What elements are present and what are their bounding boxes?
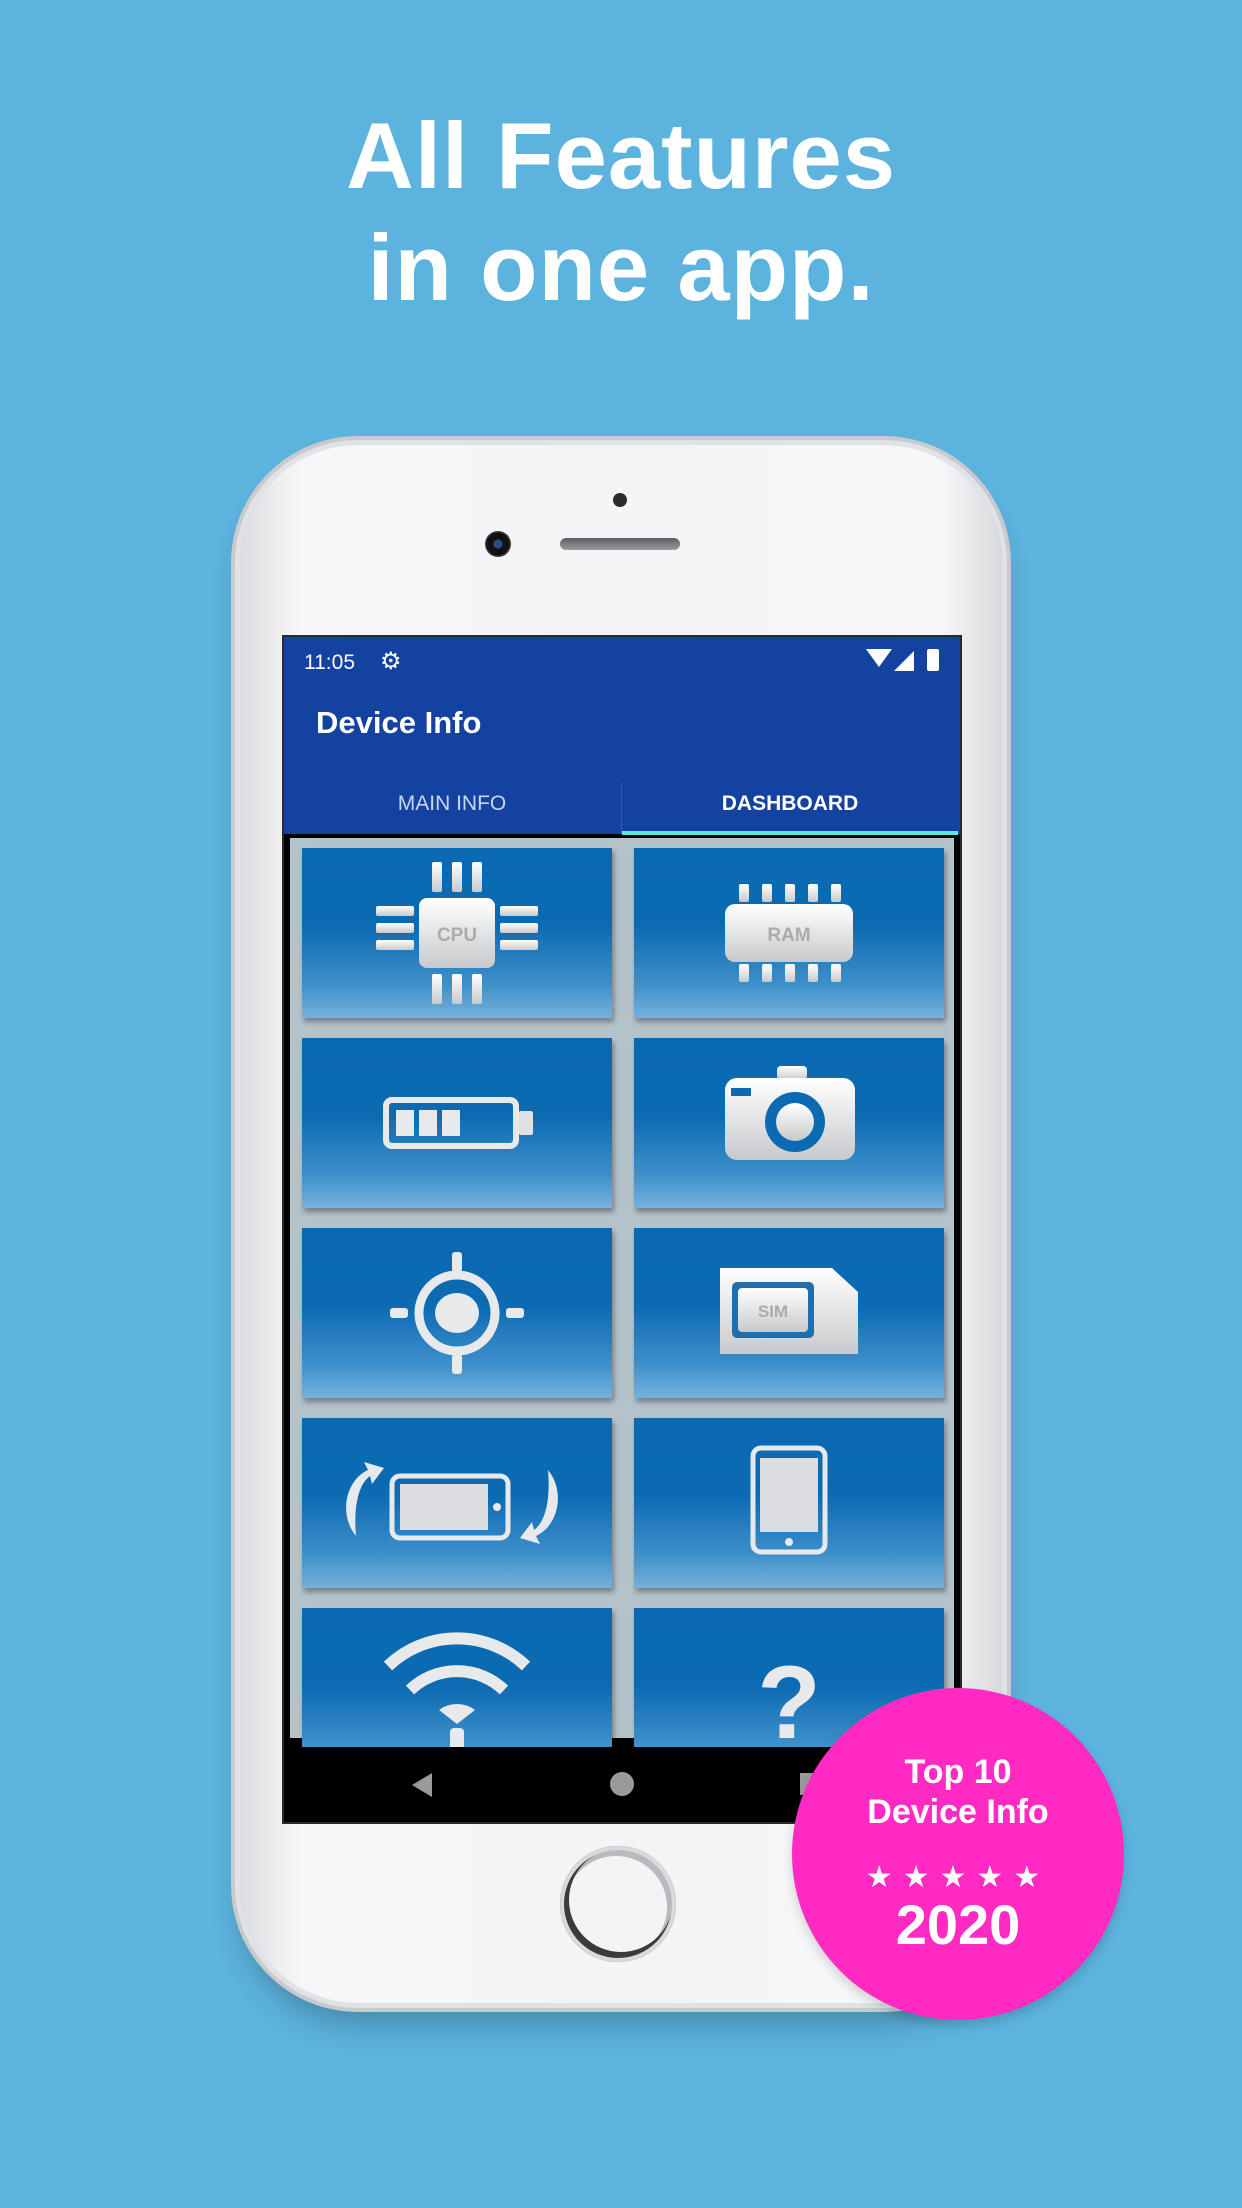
- sim-icon: SIM: [720, 1268, 858, 1354]
- app-title: Device Info: [316, 705, 482, 740]
- status-time: 11:05: [304, 651, 355, 674]
- wifi-icon: [866, 649, 892, 667]
- battery-icon: [383, 1097, 533, 1149]
- home-button[interactable]: [560, 1846, 676, 1962]
- phone-icon: [750, 1445, 828, 1555]
- tile-gps[interactable]: [302, 1228, 612, 1398]
- headline-line-2: in one app.: [367, 215, 875, 320]
- badge-line-2: Device Info: [867, 1793, 1049, 1831]
- badge-line-1: Top 10: [904, 1753, 1012, 1791]
- tile-ram[interactable]: RAM: [634, 848, 944, 1018]
- award-badge: Top 10 Device Info ★★★★★ 2020: [792, 1688, 1124, 2020]
- home-icon[interactable]: [610, 1772, 634, 1796]
- tile-camera[interactable]: [634, 1038, 944, 1208]
- camera-icon: [725, 1066, 855, 1160]
- sim-icon-label: SIM: [758, 1302, 788, 1321]
- tile-sim[interactable]: SIM: [634, 1228, 944, 1398]
- headline-line-1: All Features: [345, 103, 897, 208]
- tab-dashboard[interactable]: DASHBOARD: [622, 774, 958, 834]
- front-camera: [485, 531, 511, 557]
- status-bar: 11:05 ⚙: [284, 637, 960, 687]
- proximity-sensor: [613, 493, 627, 507]
- star-rating: ★★★★★: [865, 1861, 1051, 1894]
- svg-text:?: ?: [757, 1645, 821, 1761]
- signal-icon: [894, 651, 914, 671]
- ram-icon: RAM: [725, 884, 853, 982]
- back-icon[interactable]: [412, 1773, 432, 1797]
- battery-icon: [927, 649, 939, 671]
- tile-phone[interactable]: [634, 1418, 944, 1588]
- tile-battery[interactable]: [302, 1038, 612, 1208]
- ram-icon-label: RAM: [767, 925, 810, 946]
- cpu-icon: CPU: [376, 862, 538, 1004]
- rotation-icon: [346, 1462, 558, 1544]
- tile-cpu[interactable]: CPU: [302, 848, 612, 1018]
- cpu-icon-label: CPU: [437, 925, 477, 946]
- app-bar: 11:05 ⚙ Device Info MAIN INFO DASHBOARD: [284, 637, 960, 835]
- headline: All Features in one app.: [0, 100, 1242, 324]
- tab-main-info[interactable]: MAIN INFO: [284, 774, 620, 834]
- earpiece-speaker: [560, 538, 680, 550]
- gear-icon: ⚙: [380, 648, 402, 675]
- tab-bar: MAIN INFO DASHBOARD: [284, 774, 960, 834]
- tab-indicator: [622, 831, 958, 835]
- badge-year: 2020: [895, 1893, 1021, 1956]
- gps-icon: [390, 1252, 524, 1374]
- tile-rotation[interactable]: [302, 1418, 612, 1588]
- phone-screen: 11:05 ⚙ Device Info MAIN INFO DASHBOARD: [282, 635, 962, 1824]
- dashboard-grid: CPU RAM SIM ?: [290, 838, 954, 1778]
